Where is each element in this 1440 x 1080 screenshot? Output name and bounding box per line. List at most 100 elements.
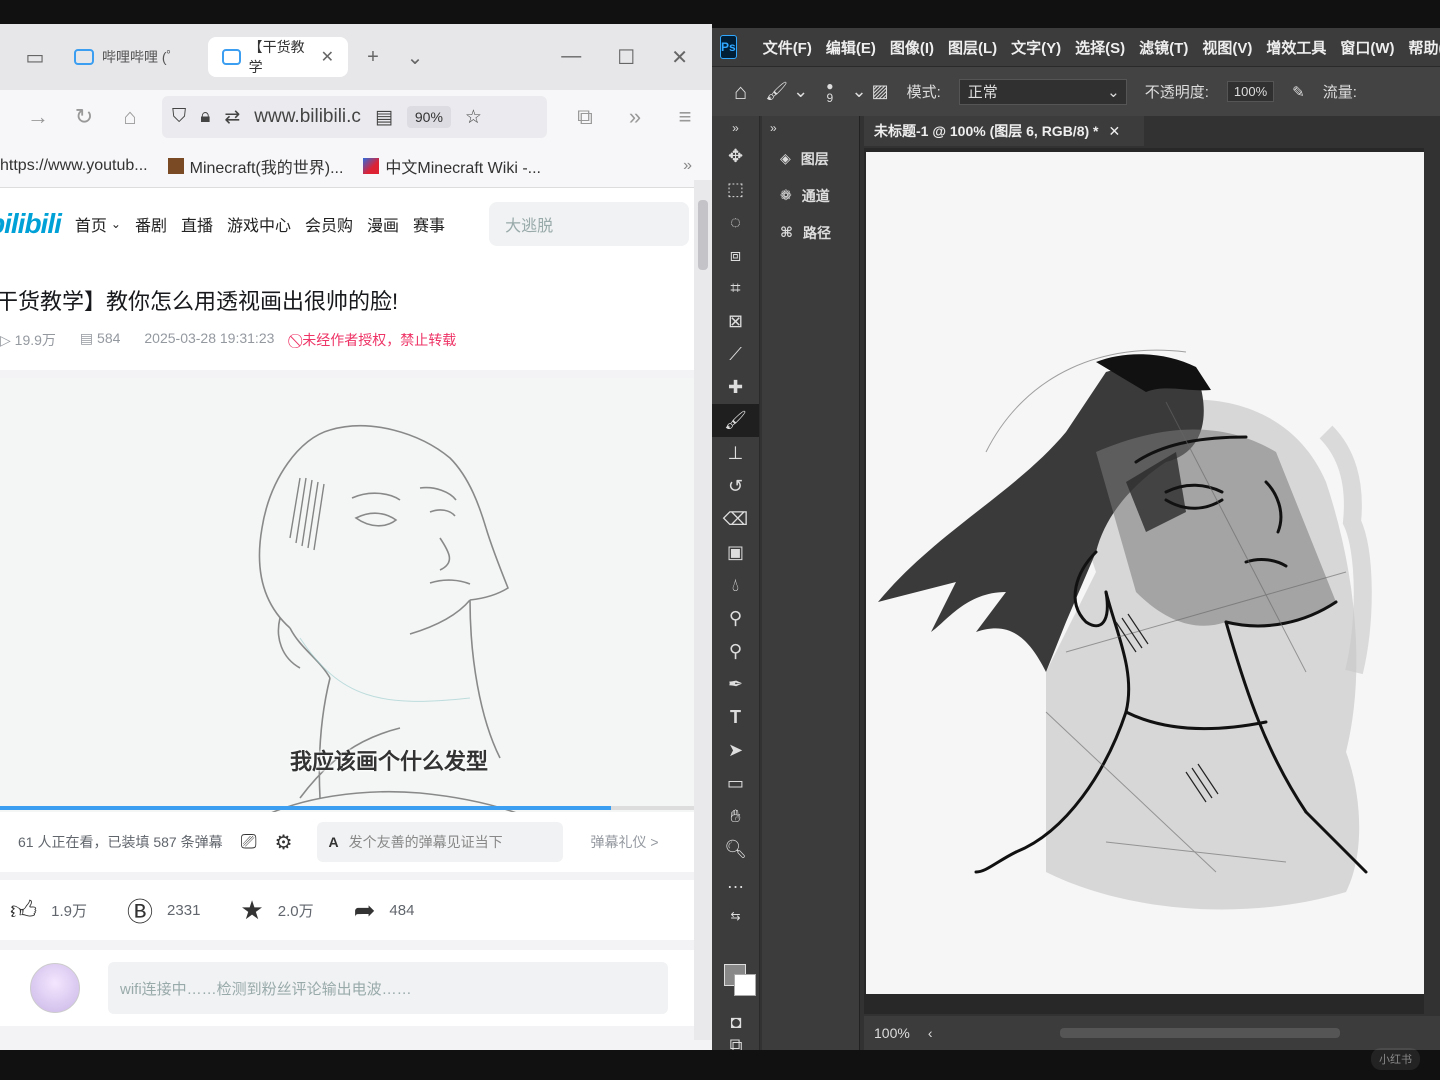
avatar[interactable] [30, 963, 80, 1013]
menu-plugins[interactable]: 增效工具 [1266, 37, 1326, 58]
brush-tool-icon[interactable]: 🖌︎ [712, 404, 759, 437]
menu-select[interactable]: 选择(S) [1075, 37, 1125, 58]
address-bar[interactable]: ⛉ 🔒︎ ⇄ www.bilibili.c ▤ 90% ☆ [162, 96, 547, 138]
menu-file[interactable]: 文件(F) [763, 37, 812, 58]
menu-icon[interactable]: ≡ [671, 104, 699, 130]
comment-input[interactable]: wifi连接中……检测到粉丝评论输出电波…… [108, 962, 668, 1014]
sponge-tool-icon[interactable]: ⚲ [712, 635, 759, 668]
extensions-icon[interactable]: ⧉ [571, 104, 599, 130]
danmaku-style-icon[interactable]: A [329, 834, 339, 850]
more-tools-icon[interactable]: … [712, 866, 759, 899]
overflow-chevron-icon[interactable]: » [621, 104, 649, 130]
path-select-tool-icon[interactable]: ➤ [712, 734, 759, 767]
close-window-icon[interactable]: ✕ [671, 45, 688, 70]
zoom-status[interactable]: 100% [874, 1025, 910, 1041]
zoom-tool-icon[interactable]: 🔍︎ [712, 833, 759, 866]
menu-layer[interactable]: 图层(L) [948, 37, 997, 58]
panel-paths[interactable]: ⌘ 路径 [762, 214, 859, 251]
url-text[interactable]: www.bilibili.c [254, 106, 361, 128]
maximize-icon[interactable]: ☐ [617, 45, 635, 70]
menu-help[interactable]: 帮助(H) [1409, 37, 1440, 58]
eyedropper-tool-icon[interactable]: ⟋ [712, 338, 759, 371]
status-chevron-icon[interactable]: ‹ [928, 1025, 933, 1041]
bookmark-minecraft[interactable]: Minecraft(我的世界)... [167, 154, 343, 178]
menu-image[interactable]: 图像(I) [890, 37, 934, 58]
close-tab-icon[interactable]: ✕ [321, 47, 334, 67]
permissions-icon[interactable]: ⇄ [224, 106, 240, 129]
coin-button[interactable]: Ⓑ 2331 [127, 892, 200, 929]
zoom-level[interactable]: 90% [406, 106, 451, 128]
screen-mode-icon[interactable]: ⧉ [712, 1035, 760, 1051]
nav-esports[interactable]: 赛事 [413, 212, 445, 236]
panel-layers[interactable]: ◈ 图层 [762, 140, 859, 177]
lock-icon[interactable]: 🔒︎ [200, 106, 210, 128]
gradient-tool-icon[interactable]: ▣ [712, 536, 759, 569]
type-tool-icon[interactable]: T [712, 701, 759, 734]
new-tab-icon[interactable]: + [356, 46, 390, 69]
document-tab[interactable]: 未标题-1 @ 100% (图层 6, RGB/8) * ✕ [864, 116, 1144, 146]
reload-icon[interactable]: ↻ [70, 104, 98, 130]
object-select-tool-icon[interactable]: ⧈ [712, 239, 759, 272]
opacity-input[interactable]: 100% [1226, 81, 1275, 102]
marquee-tool-icon[interactable]: ⬚ [712, 173, 759, 206]
menu-filter[interactable]: 滤镜(T) [1139, 37, 1188, 58]
blend-mode-select[interactable]: 正常 ⌄ [958, 78, 1127, 105]
nav-live[interactable]: 直播 [181, 212, 213, 236]
chevron-down-icon[interactable]: ⌄ [111, 217, 121, 231]
home-icon[interactable]: ⌂ [116, 104, 144, 130]
lasso-tool-icon[interactable]: ◌ [712, 206, 759, 239]
tab-bilibili-home[interactable]: 哔哩哔哩 (゜ [60, 37, 200, 77]
share-button[interactable]: ➦ 484 [354, 895, 415, 926]
video-progress-bar[interactable] [0, 806, 694, 810]
more-bookmarks-icon[interactable]: » [683, 157, 712, 175]
scrollbar-thumb[interactable] [698, 200, 708, 270]
danmaku-toggle-icon[interactable]: ⎚ [241, 831, 257, 854]
background-color-swatch[interactable] [734, 974, 756, 996]
danmaku-input[interactable]: A 发个友善的弹幕见证当下 [316, 822, 563, 862]
nav-game-center[interactable]: 游戏中心 [227, 212, 291, 236]
menu-window[interactable]: 窗口(W) [1340, 37, 1394, 58]
bookmark-minecraft-wiki[interactable]: 中文Minecraft Wiki -... [363, 154, 541, 178]
collapse-toolbar-icon[interactable]: » [712, 116, 759, 140]
bookmark-youtube[interactable]: https://www.youtub... [0, 157, 148, 175]
minimize-icon[interactable]: — [561, 45, 581, 70]
like-button[interactable]: 👍︎ 1.9万 [10, 895, 87, 926]
panel-channels[interactable]: ❁ 通道 [762, 177, 859, 214]
nav-home[interactable]: 首页 [75, 212, 107, 236]
brush-settings-icon[interactable]: ⌄ ▨ [851, 81, 888, 102]
collapse-panels-icon[interactable]: » [762, 116, 859, 140]
eraser-tool-icon[interactable]: ⌫ [712, 503, 759, 536]
blur-tool-icon[interactable]: 💧︎ [712, 569, 759, 602]
danmaku-etiquette-link[interactable]: 弹幕礼仪 > [591, 832, 659, 852]
brush-preset-icon[interactable]: 🖌︎ ⌄ [765, 81, 808, 102]
tab-list-icon[interactable]: ⌄ [398, 45, 432, 70]
brush-size-picker[interactable]: ● 9 [826, 80, 833, 104]
tab-video[interactable]: 【干货教学 ✕ [208, 37, 348, 77]
danmaku-settings-icon[interactable]: ⚙︎ [275, 830, 293, 855]
home-icon[interactable]: ⌂ [734, 79, 747, 105]
nav-bangumi[interactable]: 番剧 [135, 212, 167, 236]
nav-manga[interactable]: 漫画 [367, 212, 399, 236]
bilibili-logo[interactable]: bilibili [0, 208, 62, 240]
menu-view[interactable]: 视图(V) [1202, 37, 1252, 58]
reader-view-icon[interactable]: ▤ [375, 106, 393, 129]
rectangle-tool-icon[interactable]: ▭ [712, 767, 759, 800]
horizontal-scrollbar[interactable] [1060, 1028, 1341, 1038]
bookmark-star-icon[interactable]: ☆ [465, 106, 482, 129]
crop-tool-icon[interactable]: ⌗ [712, 272, 759, 305]
tab-actions-icon[interactable]: ▭ [18, 45, 52, 70]
hand-tool-icon[interactable]: ✋︎ [712, 800, 759, 833]
swap-colors-icon[interactable]: ⇆ [712, 899, 759, 932]
menu-type[interactable]: 文字(Y) [1011, 37, 1061, 58]
video-player[interactable]: 我应该画个什么发型 [0, 378, 694, 834]
shield-icon[interactable]: ⛉ [172, 106, 186, 128]
pen-tool-icon[interactable]: ✒ [712, 668, 759, 701]
menu-edit[interactable]: 编辑(E) [826, 37, 876, 58]
forward-icon[interactable]: → [24, 104, 52, 130]
frame-tool-icon[interactable]: ⊠ [712, 305, 759, 338]
dodge-tool-icon[interactable]: ⚲ [712, 602, 759, 635]
nav-member-shop[interactable]: 会员购 [305, 212, 353, 236]
pressure-opacity-icon[interactable]: ✎ [1292, 83, 1305, 101]
drawing-canvas[interactable] [866, 152, 1424, 994]
clone-stamp-tool-icon[interactable]: ⊥ [712, 437, 759, 470]
